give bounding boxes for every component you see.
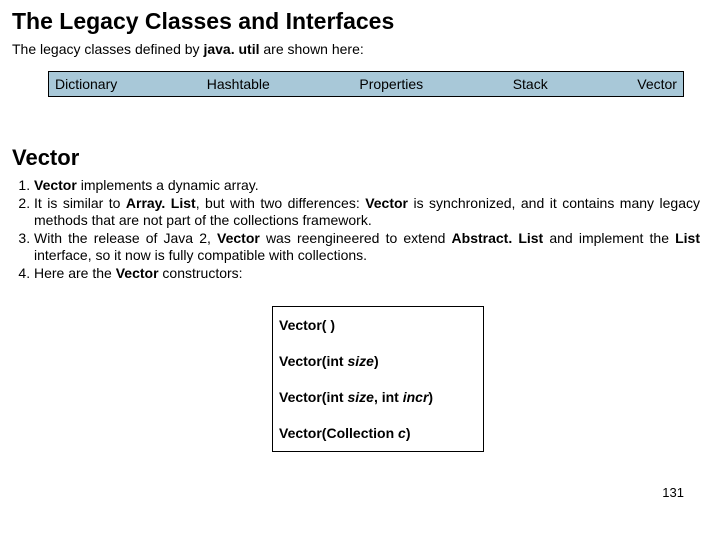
constructor-sig: Vector(int: [279, 389, 347, 405]
table-row: Vector( ): [273, 307, 483, 343]
text: It is similar to: [34, 195, 126, 211]
bold-term: Array. List: [126, 195, 196, 211]
constructor-sig: Vector( ): [279, 317, 335, 333]
constructor-param: size: [347, 353, 373, 369]
section-heading: Vector: [12, 145, 708, 171]
text: With the release of Java 2,: [34, 230, 217, 246]
intro-package: java. util: [203, 41, 259, 57]
legacy-classes-table: Dictionary Hashtable Properties Stack Ve…: [48, 71, 684, 97]
constructor-sig: ): [374, 353, 379, 369]
list-item: It is similar to Array. List, but with t…: [34, 195, 700, 230]
legacy-cell: Hashtable: [207, 76, 270, 92]
notes-list: Vector implements a dynamic array. It is…: [12, 177, 700, 282]
bold-term: Abstract. List: [452, 230, 544, 246]
legacy-cell: Vector: [637, 76, 677, 92]
legacy-cell: Dictionary: [55, 76, 117, 92]
legacy-cell: Stack: [513, 76, 548, 92]
text: constructors:: [159, 265, 243, 281]
legacy-cell: Properties: [359, 76, 423, 92]
text: Here are the: [34, 265, 116, 281]
text: interface, so it now is fully compatible…: [34, 247, 367, 263]
intro-prefix: The legacy classes defined by: [12, 41, 203, 57]
bold-term: List: [675, 230, 700, 246]
page-number: 131: [662, 485, 684, 500]
constructor-param: incr: [403, 389, 429, 405]
bold-term: Vector: [34, 177, 77, 193]
list-item: Here are the Vector constructors:: [34, 265, 700, 283]
table-row: Vector(int size): [273, 343, 483, 379]
constructor-sig: , int: [374, 389, 403, 405]
bold-term: Vector: [365, 195, 408, 211]
intro-suffix: are shown here:: [259, 41, 363, 57]
constructor-sig: ): [428, 389, 433, 405]
constructor-sig: Vector(Collection: [279, 425, 398, 441]
intro-text: The legacy classes defined by java. util…: [12, 41, 708, 57]
list-item: Vector implements a dynamic array.: [34, 177, 700, 195]
list-item: With the release of Java 2, Vector was r…: [34, 230, 700, 265]
constructors-table: Vector( ) Vector(int size) Vector(int si…: [272, 306, 484, 452]
table-row: Vector(Collection c): [273, 415, 483, 451]
page-title: The Legacy Classes and Interfaces: [12, 8, 708, 35]
text: implements a dynamic array.: [77, 177, 259, 193]
constructor-param: size: [347, 389, 373, 405]
bold-term: Vector: [116, 265, 159, 281]
text: , but with two differences:: [196, 195, 366, 211]
constructor-param: c: [398, 425, 406, 441]
text: and implement the: [543, 230, 675, 246]
table-row: Vector(int size, int incr): [273, 379, 483, 415]
constructor-sig: ): [406, 425, 411, 441]
bold-term: Vector: [217, 230, 260, 246]
constructor-sig: Vector(int: [279, 353, 347, 369]
text: was reengineered to extend: [260, 230, 452, 246]
